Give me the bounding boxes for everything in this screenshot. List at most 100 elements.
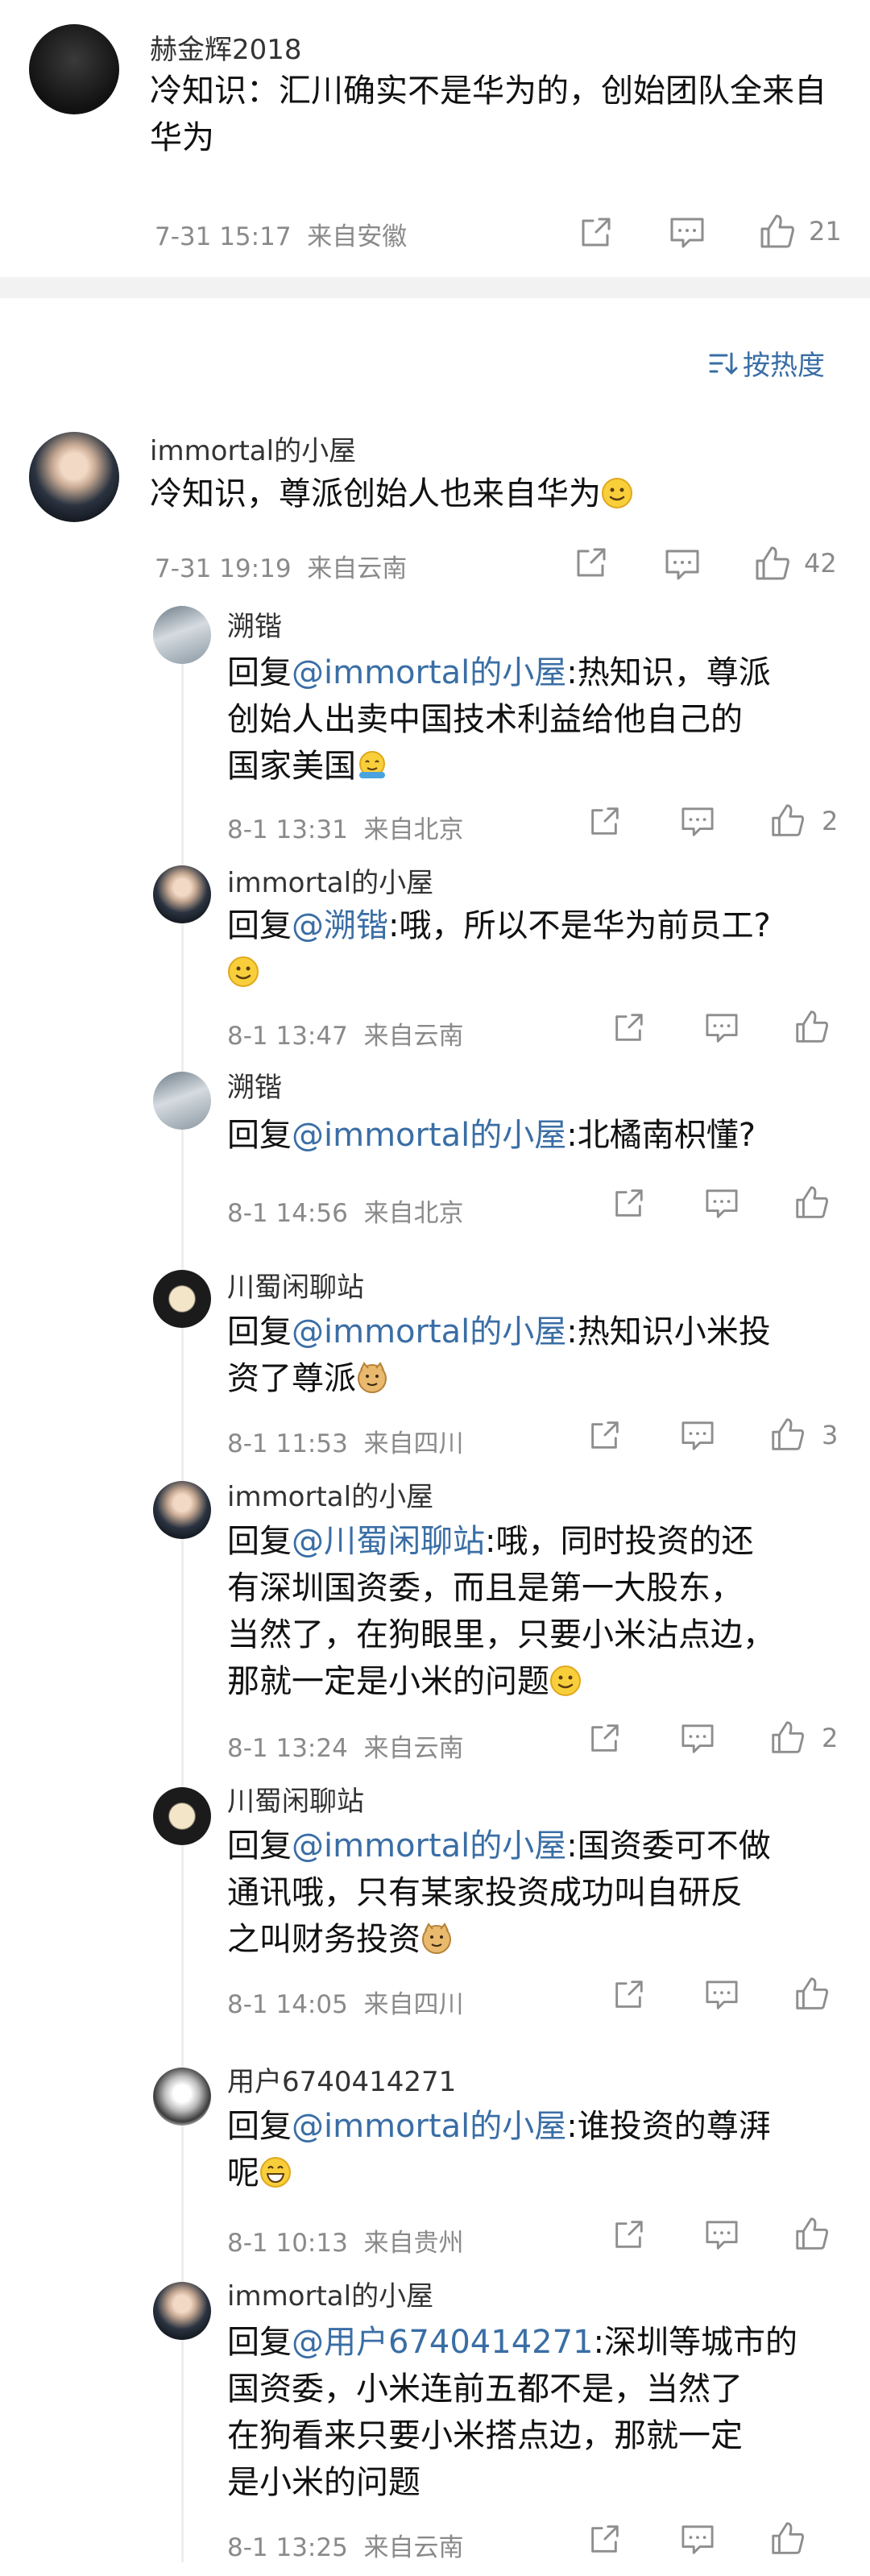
comment-text: 冷知识，尊派创始人也来自华为 [150,471,843,517]
comment-text-body: 冷知识，尊派创始人也来自华为 [150,475,601,512]
avatar[interactable] [153,865,211,923]
reply-line: :哦，同时投资的还 [485,1523,754,1560]
reply-text: 回复@immortal的小屋:北橘南枳懂? [227,1112,839,1159]
mention-link[interactable]: @溯锴 [292,907,388,944]
like-icon[interactable] [768,2520,806,2557]
comment-icon[interactable] [669,216,706,250]
comment-author[interactable]: 赫金辉2018 [150,27,302,67]
doge-emoji-icon [356,1360,388,1393]
reply-text: 回复@immortal的小屋:谁投资的尊湃 呢 [227,2103,839,2196]
reply-prefix: 回复 [227,1117,292,1154]
thread-line [181,661,184,2562]
like-icon[interactable] [768,1417,806,1454]
reply-author[interactable]: 用户6740414271 [227,2060,456,2099]
reply-author[interactable]: 川蜀闲聊站 [227,1779,364,1819]
hug-emoji-icon [356,748,388,780]
reply-line: :热知识，尊派 [566,654,771,691]
doge-emoji-icon [420,1921,453,1954]
avatar[interactable] [153,1072,211,1130]
reply-meta: 8-1 14:56 来自北京 [227,1199,464,1228]
reply-author[interactable]: immortal的小屋 [227,861,433,900]
like-count: 2 [822,806,839,836]
avatar[interactable] [153,606,211,664]
avatar[interactable] [153,1481,211,1539]
mention-link[interactable]: @immortal的小屋 [292,1313,566,1350]
like-icon[interactable] [793,2216,830,2253]
like-icon[interactable] [793,1976,830,2013]
like-icon[interactable] [768,1719,806,1757]
avatar[interactable] [29,432,119,522]
reply-line: :北橘南枳懂? [566,1117,756,1154]
comment-icon[interactable] [664,548,701,582]
mention-link[interactable]: @用户6740414271 [292,2324,594,2361]
avatar[interactable] [153,1270,211,1328]
reply-meta: 8-1 10:13 来自贵州 [227,2229,464,2258]
like-icon[interactable] [757,213,796,251]
reply-meta: 8-1 11:53 来自四川 [227,1429,464,1458]
sort-label: 按热度 [743,350,825,382]
like-icon[interactable] [768,803,806,840]
avatar[interactable] [153,1787,211,1845]
comment-icon[interactable] [680,1420,715,1452]
reply-prefix: 回复 [227,1523,292,1560]
reply-line: 呢 [227,2155,259,2192]
mention-link[interactable]: @immortal的小屋 [292,654,566,691]
share-icon[interactable] [586,2522,622,2557]
reply-line: 有深圳国资委，而且是第一大股东， [227,1570,743,1607]
reply-author[interactable]: 溯锴 [227,604,282,644]
share-icon[interactable] [611,2217,646,2253]
smile-emoji-icon [227,954,259,987]
reply-line: 国资委，小米连前五都不是，当然了 [227,2371,743,2408]
reply-meta: 8-1 13:47 来自云南 [227,1022,464,1051]
comment-meta: 7-31 19:19 来自云南 [155,554,408,583]
smile-emoji-icon [549,1663,582,1696]
reply-prefix: 回复 [227,2324,292,2361]
comment-icon[interactable] [680,1723,715,1755]
reply-line: 当然了，在狗眼里，只要小米沾点边， [227,1616,775,1653]
share-icon[interactable] [586,1721,622,1757]
reply-prefix: 回复 [227,2108,292,2145]
share-icon[interactable] [586,804,622,840]
reply-author[interactable]: immortal的小屋 [227,2274,433,2313]
reply-author[interactable]: immortal的小屋 [227,1475,433,1514]
reply-line: :深圳等城市的 [593,2324,798,2361]
comment-author[interactable]: immortal的小屋 [150,429,356,468]
like-icon[interactable] [793,1009,830,1046]
reply-text: 回复@用户6740414271:深圳等城市的 国资委，小米连前五都不是，当然了 … [227,2319,847,2506]
avatar[interactable] [29,24,119,114]
reply-line: 创始人出卖中国技术利益给他自己的 [227,701,743,738]
like-icon[interactable] [793,1184,830,1222]
reply-text: 回复@immortal的小屋:国资委可不做 通讯哦，只有某家投资成功叫自研反 之… [227,1823,847,1963]
share-icon[interactable] [586,1418,622,1454]
reply-meta: 8-1 13:24 来自云南 [227,1734,464,1763]
reply-text: 回复@溯锴:哦，所以不是华为前员工? [227,902,839,996]
reply-author[interactable]: 溯锴 [227,1065,282,1105]
reply-line: 国家美国 [227,748,356,785]
sort-button[interactable]: 按热度 [709,343,825,383]
avatar[interactable] [153,2068,211,2126]
reply-text: 回复@immortal的小屋:热知识，尊派 创始人出卖中国技术利益给他自己的 国… [227,649,839,790]
comment-icon[interactable] [704,1188,740,1220]
comment-icon[interactable] [680,2524,715,2556]
avatar[interactable] [153,2282,211,2340]
comment-meta: 7-31 15:17 来自安徽 [155,222,408,251]
mention-link[interactable]: @immortal的小屋 [292,1827,566,1865]
like-count: 2 [822,1723,839,1753]
reply-prefix: 回复 [227,1827,292,1865]
share-icon[interactable] [572,545,609,582]
comment-icon[interactable] [704,2219,740,2251]
comment-icon[interactable] [680,806,715,838]
mention-link[interactable]: @immortal的小屋 [292,2108,566,2145]
share-icon[interactable] [577,214,614,251]
like-icon[interactable] [752,545,791,583]
share-icon[interactable] [611,1010,646,1046]
share-icon[interactable] [611,1186,646,1222]
comment-icon[interactable] [704,1012,740,1044]
mention-link[interactable]: @川蜀闲聊站 [292,1523,485,1560]
reply-author[interactable]: 川蜀闲聊站 [227,1265,364,1305]
reply-meta: 8-1 14:05 来自四川 [227,1990,464,2019]
reply-line: 之叫财务投资 [227,1921,420,1958]
share-icon[interactable] [611,1977,646,2013]
comment-icon[interactable] [704,1979,740,2011]
mention-link[interactable]: @immortal的小屋 [292,1117,566,1154]
